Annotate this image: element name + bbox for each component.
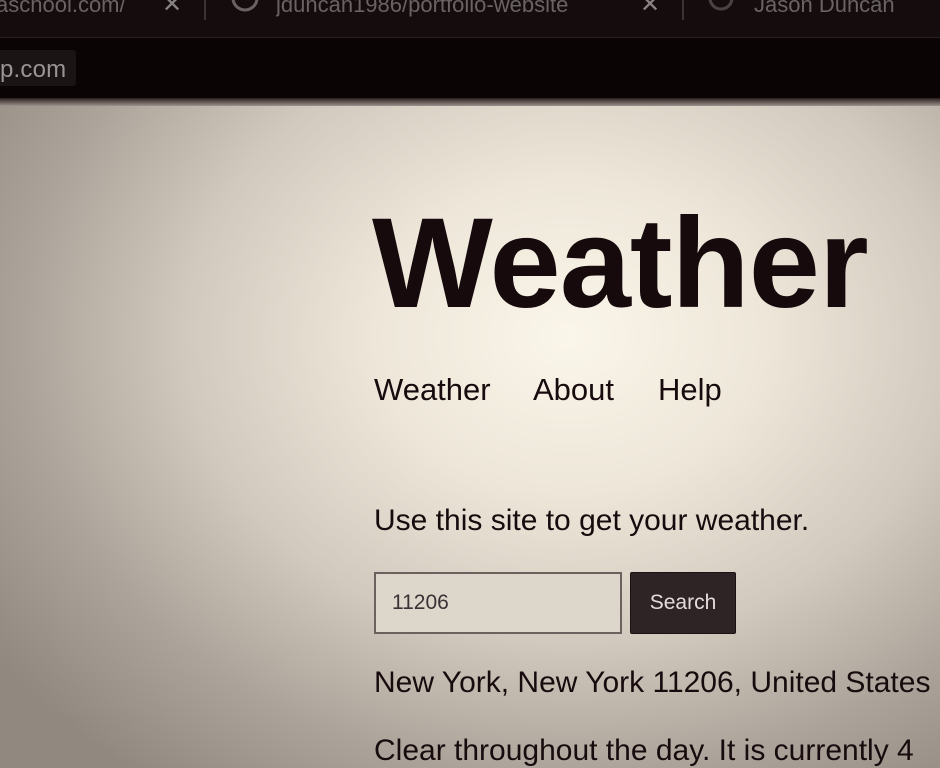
location-text: New York, New York 11206, United States [374,666,931,699]
search-input[interactable] [374,572,622,634]
forecast-text: Clear throughout the day. It is currentl… [374,734,914,767]
chrome-divider [0,98,940,106]
close-icon[interactable]: ✕ [162,0,182,20]
url-field[interactable]: p.com [0,56,66,84]
tab-separator [682,0,684,20]
nav-link-weather[interactable]: Weather [374,372,491,408]
github-icon [231,0,259,12]
browser-tab-bar: aschool.com/ ✕ jduncan1986/portfolio-web… [0,0,940,38]
nav-link-about[interactable]: About [533,372,614,408]
nav-link-help[interactable]: Help [658,372,722,408]
page-viewport: Weather Weather About Help Use this site… [0,106,940,768]
address-bar: p.com [0,38,940,100]
tab-jason-duncan[interactable]: Jason Duncan [754,0,924,20]
tab-separator [204,0,206,20]
tab-portfolio-website[interactable]: jduncan1986/portfolio-website [276,0,632,20]
tab-title: jduncan1986/portfolio-website [276,0,569,17]
intro-text: Use this site to get your weather. [374,504,810,537]
tab-title: Jason Duncan [754,0,895,17]
tab-title: aschool.com/ [0,0,126,17]
profile-icon [708,0,734,11]
search-button[interactable]: Search [630,572,736,634]
close-icon[interactable]: ✕ [640,0,660,20]
site-title: Weather [372,192,869,335]
tab-aschool[interactable]: aschool.com/ [0,0,146,20]
